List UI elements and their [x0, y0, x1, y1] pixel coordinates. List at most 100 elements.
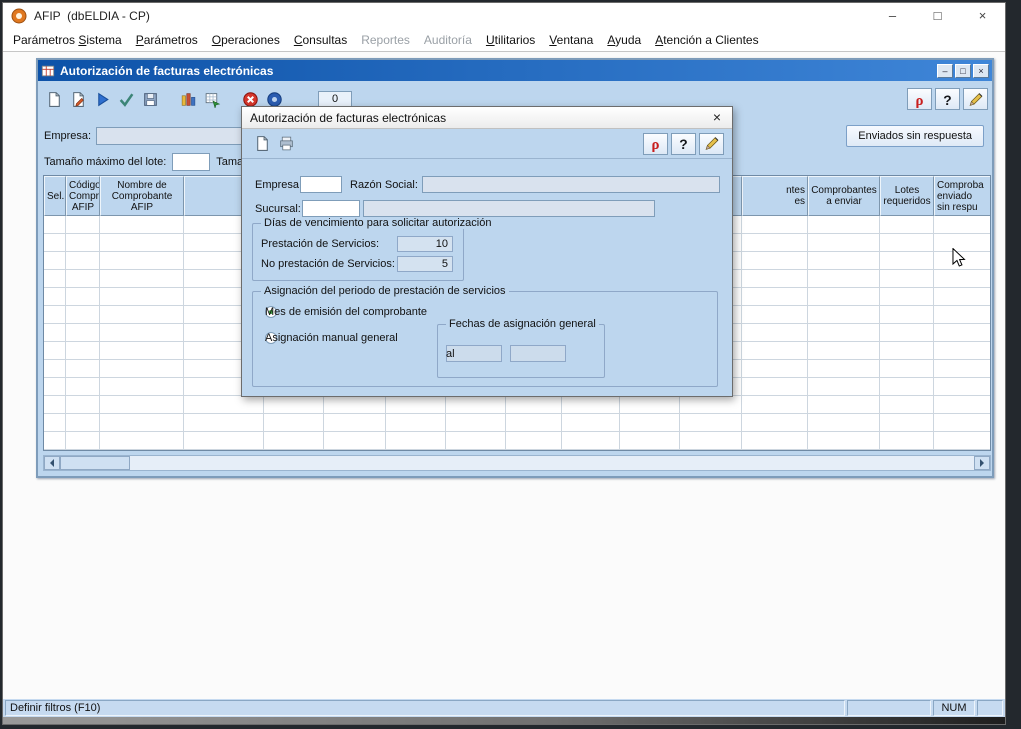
help-button[interactable]: ? [935, 88, 960, 110]
table-cell [934, 432, 991, 449]
table-cell [620, 432, 680, 449]
column-header-2[interactable]: Nombre deComprobanteAFIP [100, 176, 184, 216]
menu-item-parámetros-sistema[interactable]: Parámetros Sistema [6, 30, 129, 50]
maximize-button[interactable]: □ [915, 3, 960, 29]
table-cell [562, 414, 620, 431]
table-cell [386, 396, 446, 413]
table-cell [66, 324, 100, 341]
exit-button[interactable]: ρ [643, 133, 668, 155]
table-cell [880, 234, 934, 251]
svg-text:ρ: ρ [916, 92, 924, 107]
table-cell [562, 432, 620, 449]
print-button[interactable] [274, 132, 298, 156]
confirm-button[interactable] [114, 87, 138, 111]
exit-rho-icon: ρ [647, 135, 664, 152]
table-cell [880, 288, 934, 305]
properties-button[interactable] [66, 87, 90, 111]
table-row[interactable] [44, 414, 990, 432]
menu-item-utilitarios[interactable]: Utilitarios [479, 30, 542, 50]
no-prestacion-dias-field[interactable]: 5 [397, 256, 453, 272]
columns-icon [180, 91, 197, 108]
menu-item-ayuda[interactable]: Ayuda [600, 30, 648, 50]
table-cell [742, 432, 808, 449]
sucursal-name-field [363, 200, 655, 217]
table-cell [66, 216, 100, 233]
table-cell [100, 216, 184, 233]
page-icon [46, 91, 63, 108]
table-cell [506, 396, 562, 413]
radio-row-asignacion-manual: Asignación manual general [265, 332, 277, 344]
new-document-button[interactable] [42, 87, 66, 111]
child-maximize-button[interactable]: □ [955, 64, 971, 78]
dialog-toolbar: ρ? [242, 129, 732, 159]
scroll-left-button[interactable] [44, 456, 60, 470]
column-header-1[interactable]: CódigoComprob.AFIP [66, 176, 100, 216]
table-cell [934, 342, 991, 359]
column-header-13[interactable]: Comprobantesa enviar [808, 176, 880, 216]
sucursal-field[interactable] [302, 200, 360, 217]
menu-item-parámetros[interactable]: Parámetros [129, 30, 205, 50]
dialog-titlebar[interactable]: Autorización de facturas electrónicas × [242, 107, 732, 129]
run-button[interactable] [90, 87, 114, 111]
database-view-button[interactable] [176, 87, 200, 111]
table-cell [44, 414, 66, 431]
minimize-button[interactable]: – [870, 3, 915, 29]
column-header-12[interactable]: nteses [742, 176, 808, 216]
export-grid-button[interactable] [200, 87, 224, 111]
table-cell [66, 270, 100, 287]
child-window-titlebar[interactable]: Autorización de facturas electrónicas – … [38, 60, 992, 81]
table-row[interactable] [44, 396, 990, 414]
exit-button[interactable]: ρ [907, 88, 932, 110]
menu-item-ventana[interactable]: Ventana [542, 30, 600, 50]
table-row[interactable] [44, 432, 990, 450]
titlebar[interactable]: AFIP (dbELDIA - CP) – □ × [3, 3, 1005, 29]
child-minimize-button[interactable]: – [937, 64, 953, 78]
shortcuts-button[interactable] [963, 88, 988, 110]
table-cell [506, 432, 562, 449]
tamano-maximo-field[interactable] [172, 153, 210, 171]
vencimiento-groupbox: Días de vencimiento para solicitar autor… [252, 223, 464, 281]
table-cell [100, 234, 184, 251]
enviados-sin-respuesta-button[interactable]: Enviados sin respuesta [846, 125, 984, 147]
table-cell [44, 432, 66, 449]
child-close-button[interactable]: × [973, 64, 989, 78]
shortcuts-button[interactable] [699, 133, 724, 155]
menu-item-atención-a-clientes[interactable]: Atención a Clientes [648, 30, 765, 50]
window-title: AFIP (dbELDIA - CP) [34, 9, 870, 23]
svg-text:?: ? [679, 136, 687, 152]
printer-icon [278, 135, 295, 152]
dialog-toolbar-left [250, 132, 298, 156]
table-cell [880, 432, 934, 449]
table-cell [620, 396, 680, 413]
table-cell [66, 252, 100, 269]
table-cell [44, 216, 66, 233]
table-cell [934, 306, 991, 323]
filter-row-tamano: Tamaño máximo del lote: Tamaño del [44, 152, 273, 172]
column-header-15[interactable]: Comprobaenviadosin respu [934, 176, 991, 216]
prestacion-dias-field[interactable]: 10 [397, 236, 453, 252]
empresa-label: Empresa: [44, 130, 91, 142]
dialog-close-button[interactable]: × [702, 107, 732, 128]
table-cell [264, 432, 324, 449]
help-button[interactable]: ? [671, 133, 696, 155]
exit-rho-icon: ρ [911, 91, 928, 108]
table-cell [880, 252, 934, 269]
num-lock-indicator: NUM [933, 700, 975, 716]
close-button[interactable]: × [960, 3, 1005, 29]
check-icon [118, 91, 135, 108]
scrollbar-track[interactable] [130, 456, 974, 470]
column-header-14[interactable]: Lotesrequeridos [880, 176, 934, 216]
dialog-empresa-field[interactable] [300, 176, 342, 193]
scrollbar-thumb[interactable] [60, 456, 130, 470]
menu-item-consultas[interactable]: Consultas [287, 30, 354, 50]
table-cell [808, 270, 880, 287]
save-button[interactable] [138, 87, 162, 111]
horizontal-scrollbar[interactable] [43, 455, 991, 471]
table-cell [808, 306, 880, 323]
menu-item-operaciones[interactable]: Operaciones [205, 30, 287, 50]
new-document-button[interactable] [250, 132, 274, 156]
column-header-0[interactable]: Sel. [44, 176, 66, 216]
scroll-right-button[interactable] [974, 456, 990, 470]
statusbar-message: Definir filtros (F10) [5, 700, 845, 716]
table-cell [44, 234, 66, 251]
